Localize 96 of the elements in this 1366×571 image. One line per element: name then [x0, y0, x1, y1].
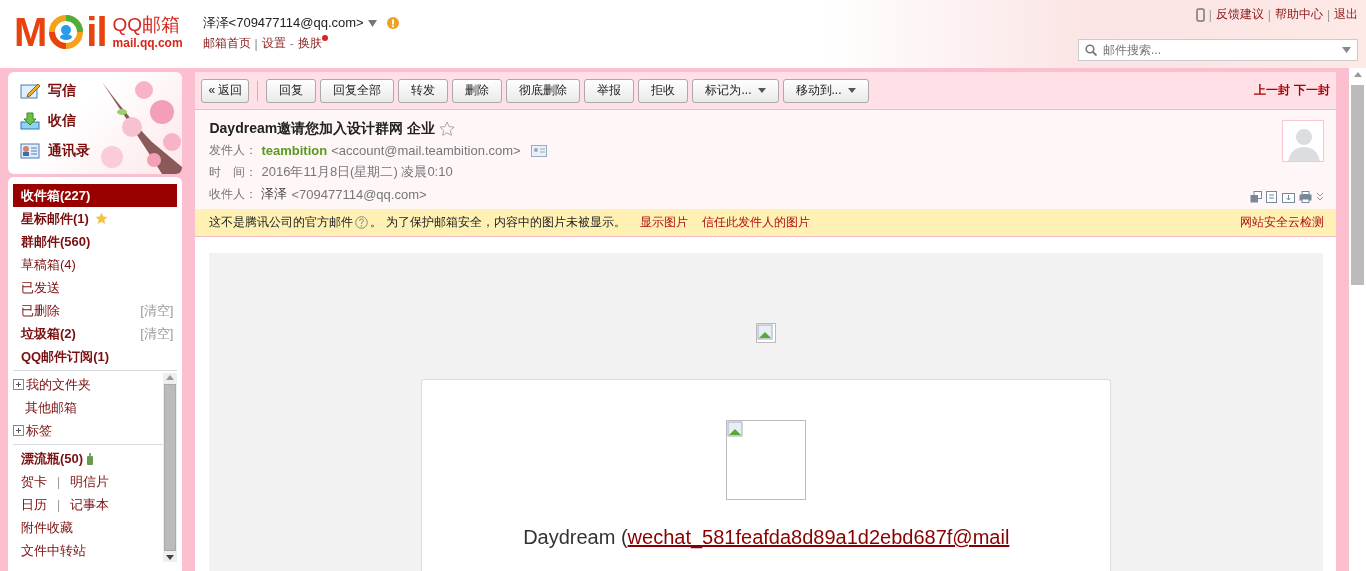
- toolbar-button[interactable]: 举报: [584, 78, 635, 103]
- folder-item[interactable]: 其他邮箱: [13, 396, 164, 419]
- scrollbar[interactable]: [1349, 68, 1366, 571]
- email-link[interactable]: wechat_581feafda8d89a1d2ebd687f@mail: [627, 526, 1010, 549]
- sent-time: 2016年11月8日(星期二) 凌晨0:10: [261, 163, 453, 181]
- header-link[interactable]: 邮箱首页: [202, 35, 251, 52]
- app-item[interactable]: 文件中转站: [13, 539, 164, 562]
- folder-item[interactable]: 标签: [13, 419, 164, 442]
- expand-icon[interactable]: [13, 379, 24, 390]
- contact-card-icon[interactable]: [530, 144, 547, 157]
- notice-text: 。 为了保护邮箱安全，内容中的图片未被显示。: [370, 214, 626, 231]
- caret-icon[interactable]: [367, 19, 377, 27]
- nav-link[interactable]: 下一封: [1294, 82, 1330, 99]
- field-label: 收件人：: [209, 185, 258, 203]
- pencil-note-icon: [20, 82, 40, 100]
- separator: |: [57, 497, 61, 512]
- toolbar-button[interactable]: 删除: [452, 78, 503, 103]
- mail-subject: Daydream邀请您加入设计群网 企业: [209, 120, 436, 138]
- folder-item[interactable]: 垃圾箱(2) [清空]: [13, 322, 178, 345]
- contact-card-icon: [20, 143, 40, 159]
- help-icon[interactable]: [355, 216, 369, 229]
- toolbar-button[interactable]: 回复全部: [320, 78, 395, 103]
- printer-icon[interactable]: [1299, 191, 1312, 203]
- account-name: 泽泽<709477114@qq.com>: [202, 14, 364, 32]
- search-icon: [1085, 44, 1097, 56]
- toolbar-button[interactable]: « 返回: [201, 78, 250, 103]
- folder-item[interactable]: 已删除 [清空]: [13, 299, 178, 322]
- top-link[interactable]: 帮助中心: [1274, 6, 1323, 23]
- scroll-up-icon[interactable]: [1353, 72, 1362, 77]
- body-text: Daydream (: [523, 526, 628, 548]
- header-link[interactable]: 设置: [261, 35, 286, 52]
- star-icon[interactable]: [439, 121, 456, 137]
- expand-icon[interactable]: [13, 425, 24, 436]
- separator: |: [57, 474, 61, 489]
- download-folder-icon[interactable]: [1282, 191, 1295, 203]
- folder-item[interactable]: 群邮件(560): [13, 230, 178, 253]
- expand-more-icon[interactable]: [1316, 192, 1324, 202]
- dropdown-caret-icon[interactable]: [1342, 47, 1351, 53]
- app-item[interactable]: 贺卡 | 明信片: [13, 470, 164, 493]
- alert-icon[interactable]: [386, 17, 399, 29]
- app-item[interactable]: 漂流瓶(50): [13, 447, 164, 470]
- scroll-down-icon[interactable]: [166, 555, 175, 560]
- recipient-name: 泽泽: [261, 185, 288, 203]
- document-icon[interactable]: [1266, 191, 1278, 203]
- inbox-download-icon: [20, 112, 40, 130]
- app-item[interactable]: 日历 | 记事本: [13, 493, 164, 516]
- app-item[interactable]: 附件收藏: [13, 516, 164, 539]
- recipient-address: <709477114@qq.com>: [291, 186, 427, 202]
- sender-address: <account@mail.teambition.com>: [331, 143, 521, 158]
- toolbar-button[interactable]: 转发: [398, 78, 449, 103]
- toolbar-button[interactable]: 回复: [266, 78, 317, 103]
- separator: -: [289, 36, 294, 51]
- security-check-link[interactable]: 网站安全云检测: [1240, 214, 1324, 231]
- new-window-icon[interactable]: [1250, 191, 1262, 203]
- toolbar-button[interactable]: 彻底删除: [506, 78, 581, 103]
- separator: |: [1267, 7, 1271, 22]
- sidebar-action[interactable]: 写信: [18, 76, 76, 106]
- logo-letter: M: [14, 12, 47, 52]
- avatar: [1282, 120, 1324, 162]
- separator: |: [1326, 7, 1330, 22]
- header-link[interactable]: 换肤: [297, 35, 322, 52]
- field-label: 时 间：: [209, 163, 258, 181]
- caret-icon: [757, 88, 766, 93]
- bottle-icon: [87, 452, 94, 465]
- separator: |: [254, 36, 258, 51]
- top-link[interactable]: 反馈建议: [1215, 6, 1264, 23]
- sidebar-action[interactable]: 通讯录: [18, 136, 90, 166]
- search-input[interactable]: 邮件搜索...: [1101, 42, 1338, 58]
- logo-domain: mail.qq.com: [112, 36, 183, 50]
- toolbar-button[interactable]: 标记为...: [692, 78, 779, 103]
- folder-item[interactable]: 我的文件夹: [13, 373, 164, 396]
- broken-image-icon: [756, 323, 777, 343]
- logo-name: QQ邮箱: [112, 14, 182, 36]
- logo-ring-icon: [48, 14, 85, 50]
- separator: |: [1208, 7, 1212, 22]
- folder-item[interactable]: 草稿箱(4): [13, 253, 178, 276]
- top-link[interactable]: 退出: [1334, 6, 1358, 23]
- notice-text: 这不是腾讯公司的官方邮件: [209, 214, 354, 231]
- scroll-up-icon[interactable]: [166, 375, 175, 380]
- field-label: 发件人：: [209, 142, 258, 159]
- scrollbar[interactable]: [163, 373, 178, 562]
- folder-item[interactable]: 星标邮件(1): [13, 207, 178, 230]
- toolbar-button[interactable]: 移动到...: [782, 78, 869, 103]
- logo-letter: il: [86, 12, 107, 52]
- caret-icon: [847, 88, 856, 93]
- folder-item[interactable]: 已发送: [13, 276, 178, 299]
- notice-link[interactable]: 显示图片: [639, 214, 688, 231]
- folder-item[interactable]: 收件箱(227): [13, 184, 178, 207]
- folder-item[interactable]: QQ邮件订阅(1): [13, 345, 178, 368]
- notice-link[interactable]: 信任此发件人的图片: [701, 214, 810, 231]
- phone-icon[interactable]: [1195, 7, 1205, 22]
- sidebar-action[interactable]: 收信: [18, 106, 76, 136]
- search-field[interactable]: 邮件搜索...: [1078, 39, 1358, 61]
- nav-link[interactable]: 上一封: [1254, 82, 1290, 99]
- broken-image-icon: [726, 420, 807, 500]
- toolbar-button[interactable]: 拒收: [638, 78, 689, 103]
